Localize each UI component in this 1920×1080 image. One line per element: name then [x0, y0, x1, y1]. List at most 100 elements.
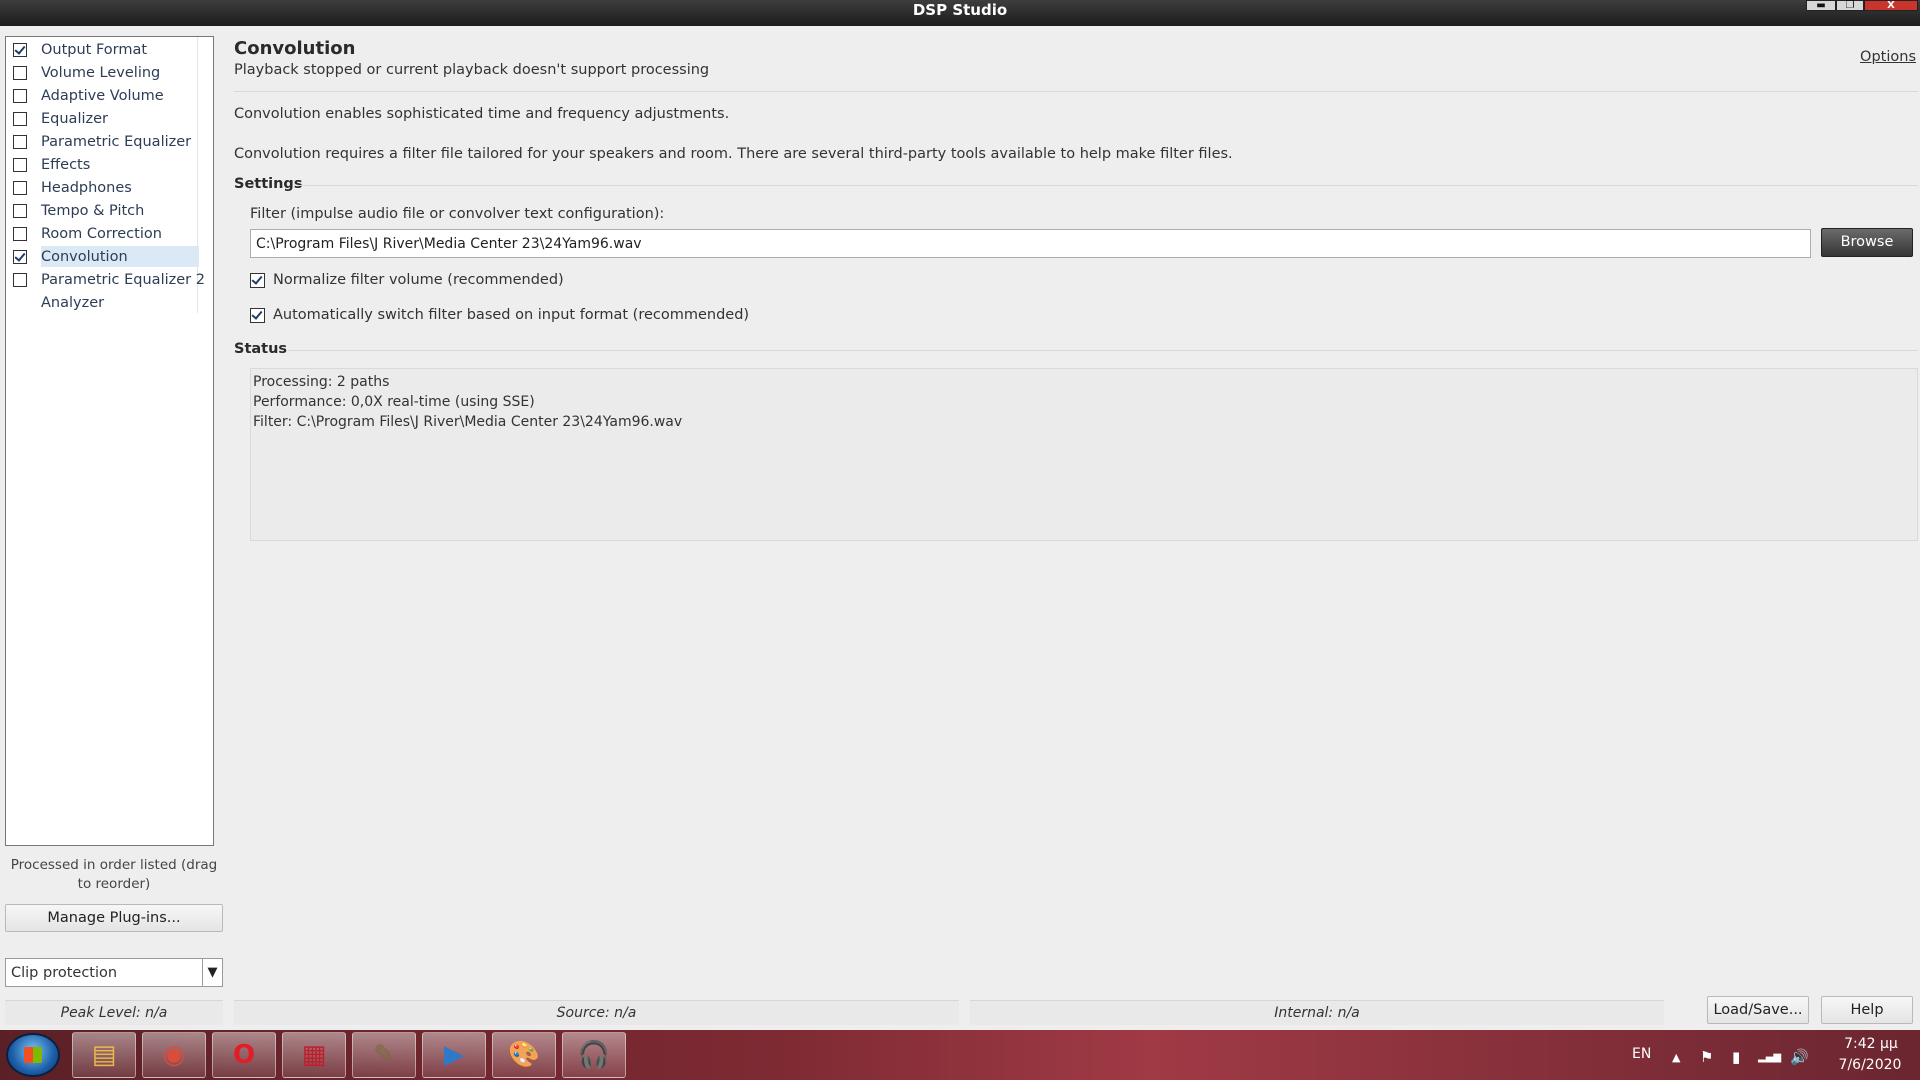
plugin-item-output-format[interactable]: Output Format [6, 38, 213, 61]
taskbar-app-button[interactable]: ▤ [72, 1032, 136, 1078]
taskbar-app-button[interactable]: O [212, 1032, 276, 1078]
plugin-item-convolution[interactable]: Convolution [6, 245, 213, 268]
plugin-item-parametric-equalizer[interactable]: Parametric Equalizer [6, 130, 213, 153]
taskbar-app-button[interactable]: ◉ [142, 1032, 206, 1078]
plugin-checkbox[interactable] [13, 249, 27, 264]
order-note: Processed in order listed (drag to reord… [10, 857, 218, 892]
window-title: DSP Studio [912, 1, 1008, 19]
plugin-checkbox[interactable] [13, 226, 27, 241]
media-center-icon: ▦ [301, 1040, 327, 1070]
plugin-list[interactable]: Output Format Volume Leveling Adaptive Vol… [5, 36, 214, 846]
header-divider [234, 91, 1918, 92]
maximize-button[interactable]: ❐ [1836, 0, 1864, 11]
plugin-label-wrap: Volume Leveling [41, 62, 199, 83]
taskbar-app-button[interactable]: ▦ [282, 1032, 346, 1078]
plugin-item-equalizer[interactable]: Equalizer [6, 107, 213, 130]
status-heading: Status [234, 341, 288, 357]
clock-time[interactable]: 7:42 μμ [1836, 1036, 1906, 1052]
opera-icon: O [232, 1040, 256, 1070]
plugin-item-room-correction[interactable]: Room Correction [6, 222, 213, 245]
status-panel: Processing: 2 paths Performance: 0,0X re… [250, 368, 1918, 541]
plugin-checkbox[interactable] [13, 65, 27, 80]
normalize-filter-option[interactable]: Normalize filter volume (recommended) [250, 272, 564, 288]
network-icon[interactable]: ▂▄▆ [1758, 1052, 1781, 1063]
status-line-filter: Filter: C:\Program Files\J River\Media C… [253, 414, 683, 430]
page-title: Convolution [234, 38, 356, 59]
taskbar-app-button[interactable]: 🎨 [492, 1032, 556, 1078]
help-button[interactable]: Help [1821, 996, 1913, 1024]
plugin-item-effects[interactable]: Effects [6, 153, 213, 176]
plugin-checkbox[interactable] [13, 88, 27, 103]
plugin-checkbox[interactable] [13, 180, 27, 195]
plugin-label-wrap: Equalizer [41, 108, 199, 129]
options-link[interactable]: Options [1860, 49, 1916, 65]
plugin-checkbox[interactable] [13, 272, 27, 287]
plugin-item-parametric-equalizer-2[interactable]: Parametric Equalizer 2 [6, 268, 213, 291]
plugin-checkbox [13, 296, 27, 310]
playback-status-subtitle: Playback stopped or current playback doe… [234, 62, 710, 78]
plugin-label-wrap: Effects [41, 154, 199, 175]
taskbar-app-button[interactable]: 🎧 [562, 1032, 626, 1078]
plugin-checkbox[interactable] [13, 203, 27, 218]
peak-level-status: Peak Level: n/a [5, 1000, 223, 1025]
clock-date[interactable]: 7/6/2020 [1830, 1057, 1910, 1073]
plugin-label-wrap: Headphones [41, 177, 199, 198]
plugin-checkbox[interactable] [13, 134, 27, 149]
action-center-flag-icon[interactable]: ⚑ [1700, 1048, 1713, 1066]
plugin-label: Effects [41, 156, 91, 173]
internal-status: Internal: n/a [970, 1000, 1664, 1025]
plugin-label: Adaptive Volume [41, 87, 164, 104]
chevron-down-icon[interactable]: ▼ [202, 959, 222, 986]
clip-protection-select[interactable]: Clip protection ▼ [5, 958, 223, 987]
plugin-label: Convolution [41, 248, 128, 265]
taskbar-app-button[interactable]: ▶ [422, 1032, 486, 1078]
close-button[interactable]: X [1864, 0, 1918, 11]
plugin-checkbox[interactable] [13, 111, 27, 126]
plugin-item-headphones[interactable]: Headphones [6, 176, 213, 199]
clip-protection-value: Clip protection [11, 964, 118, 981]
status-line-processing: Processing: 2 paths [253, 374, 390, 390]
plugin-label-wrap: Parametric Equalizer 2 [41, 269, 205, 290]
plugin-label: Tempo & Pitch [41, 202, 145, 219]
battery-icon[interactable]: ▮ [1732, 1048, 1740, 1066]
paint-icon: 🎨 [507, 1040, 541, 1070]
filter-path-input[interactable] [250, 229, 1811, 258]
plugin-label-wrap: Adaptive Volume [41, 85, 199, 106]
plugin-label-wrap: Output Format [41, 39, 199, 60]
plugin-item-volume-leveling[interactable]: Volume Leveling [6, 61, 213, 84]
minimize-button[interactable]: ▬ [1806, 0, 1836, 11]
filter-label: Filter (impulse audio file or convolver … [250, 206, 665, 222]
plugin-label-wrap: Convolution [41, 246, 199, 267]
start-button[interactable] [6, 1033, 60, 1077]
plugin-checkbox[interactable] [13, 42, 27, 57]
auto-switch-label: Automatically switch filter based on inp… [273, 307, 750, 323]
title-bar: DSP Studio ▬ ❐ X [0, 0, 1920, 26]
language-indicator[interactable]: EN [1632, 1046, 1651, 1062]
normalize-checkbox[interactable] [250, 272, 265, 288]
browse-button[interactable]: Browse [1821, 228, 1913, 257]
plugin-item-analyzer[interactable]: Analyzer [6, 291, 213, 314]
plugin-label: Headphones [41, 179, 132, 196]
taskbar-app-button[interactable]: ✎ [352, 1032, 416, 1078]
plugin-item-adaptive-volume[interactable]: Adaptive Volume [6, 84, 213, 107]
manage-plugins-button[interactable]: Manage Plug-ins... [5, 904, 223, 932]
plugin-label: Output Format [41, 41, 148, 58]
auto-switch-filter-option[interactable]: Automatically switch filter based on inp… [250, 307, 749, 323]
status-divider [288, 350, 1918, 351]
load-save-button[interactable]: Load/Save... [1707, 996, 1809, 1024]
plugin-item-tempo-pitch[interactable]: Tempo & Pitch [6, 199, 213, 222]
settings-heading: Settings [234, 176, 303, 192]
settings-divider [298, 185, 1918, 186]
plugin-label-wrap: Parametric Equalizer [41, 131, 199, 152]
notepad-icon: ✎ [373, 1040, 395, 1070]
auto-switch-checkbox[interactable] [250, 307, 265, 323]
volume-icon[interactable]: 🔊 [1790, 1048, 1809, 1066]
plugin-label: Parametric Equalizer [41, 133, 192, 150]
plugin-checkbox[interactable] [13, 157, 27, 172]
plugin-label-wrap: Analyzer [41, 292, 199, 313]
status-line-performance: Performance: 0,0X real-time (using SSE) [253, 394, 535, 410]
source-status: Source: n/a [234, 1000, 959, 1025]
headphones-app-icon: 🎧 [577, 1040, 611, 1070]
plugin-label: Volume Leveling [41, 64, 161, 81]
tray-expand-icon[interactable]: ▲ [1672, 1051, 1680, 1064]
